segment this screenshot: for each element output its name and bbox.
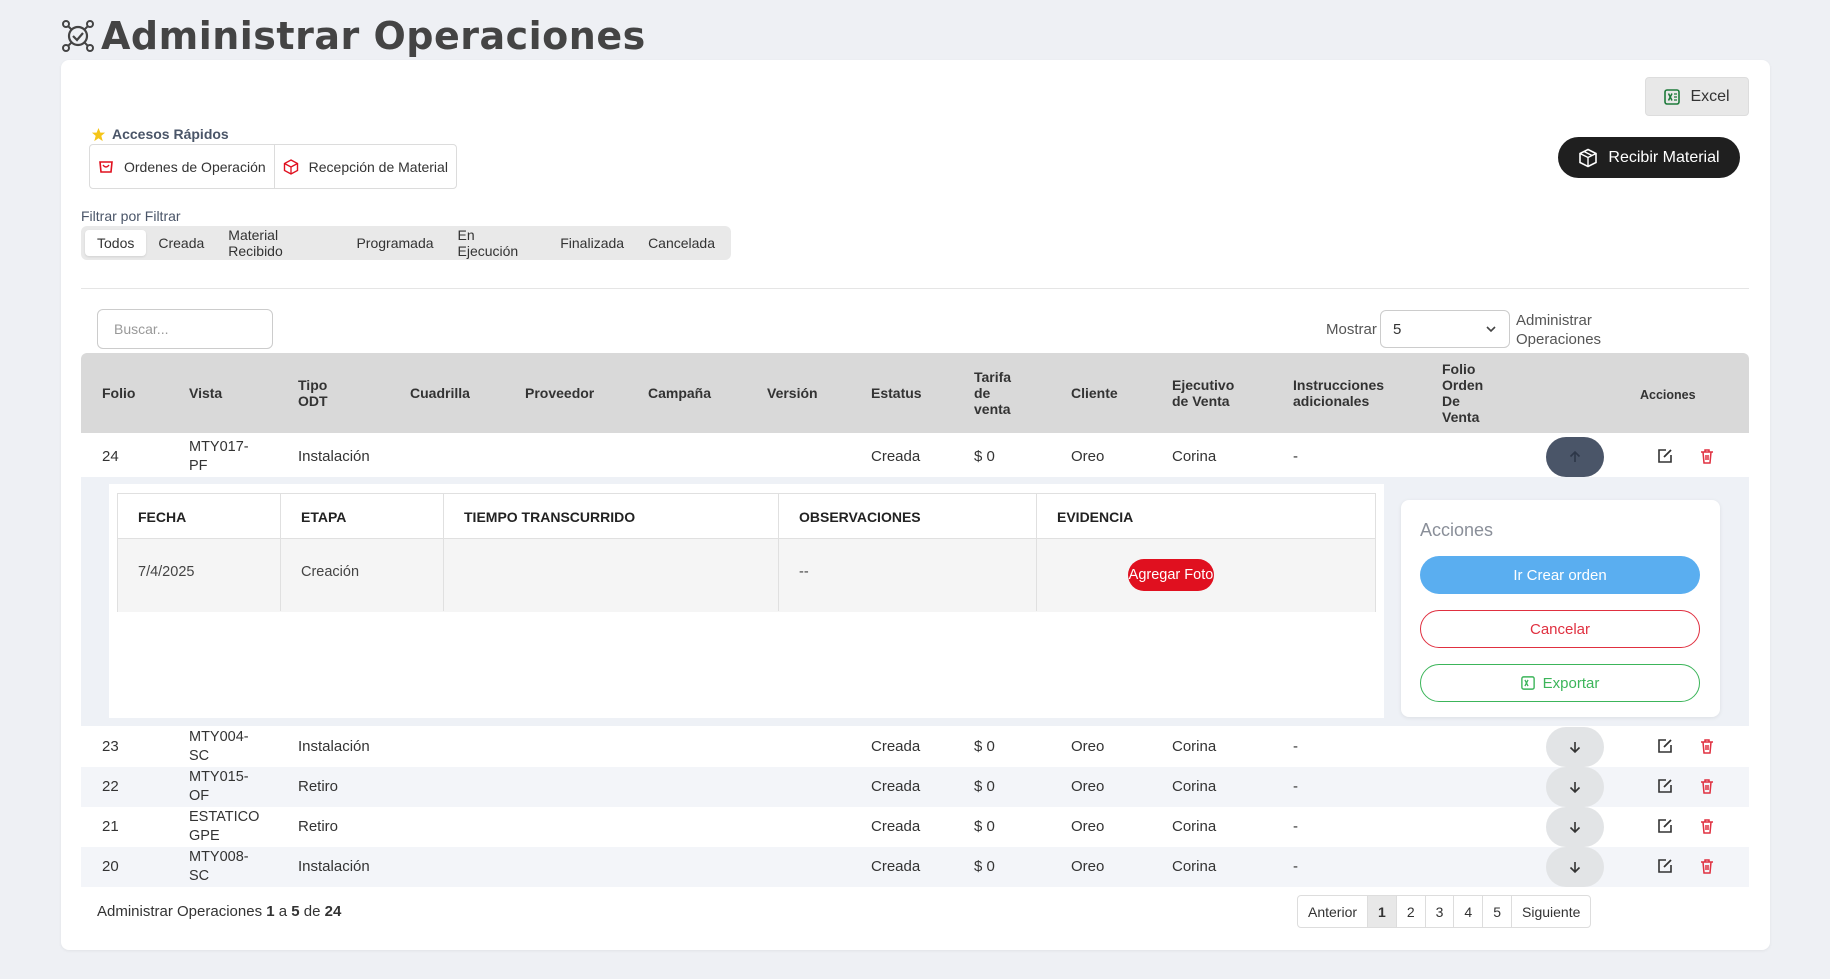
package-icon — [1579, 148, 1598, 167]
table-row[interactable]: 23 MTY004- SC Instalación Creada $ 0 Oreo… — [81, 727, 1749, 767]
pagination-page[interactable]: 1 — [1367, 896, 1396, 927]
exportar-button[interactable]: Exportar — [1420, 664, 1700, 702]
crear-orden-button[interactable]: Ir Crear orden — [1420, 556, 1700, 594]
col-campana[interactable]: Campaña — [648, 385, 711, 401]
excel-button-label: Excel — [1690, 87, 1730, 105]
page-header: Administrar Operaciones — [61, 14, 646, 58]
timeline-header: FECHA ETAPA TIEMPO TRANSCURRIDO OBSERVAC… — [118, 494, 1375, 539]
expand-row-button[interactable] — [1546, 847, 1604, 887]
trash-icon[interactable] — [1698, 447, 1716, 465]
trash-icon[interactable] — [1698, 817, 1716, 835]
pagination-info: Administrar Operaciones 1 a 5 de 24 — [97, 903, 342, 920]
table-row[interactable]: 22 MTY015- OF Retiro Creada $ 0 Oreo Cori… — [81, 767, 1749, 807]
arrow-down-icon — [1569, 742, 1581, 754]
filter-tab-creada[interactable]: Creada — [146, 230, 216, 256]
edit-icon[interactable] — [1656, 857, 1674, 875]
page-size-select[interactable]: 5 — [1380, 310, 1510, 348]
trash-icon[interactable] — [1698, 857, 1716, 875]
col-acciones: Acciones — [1640, 388, 1696, 402]
operations-icon — [62, 20, 94, 52]
filter-tab-en-ejecucion[interactable]: En Ejecución — [446, 222, 549, 264]
pagination-page[interactable]: 5 — [1482, 896, 1511, 927]
chevron-down-icon — [1486, 326, 1496, 333]
col-version[interactable]: Versión — [767, 385, 818, 401]
agregar-foto-button[interactable]: Agregar Foto — [1128, 559, 1214, 591]
arrow-down-icon — [1569, 822, 1581, 834]
pagination-next[interactable]: Siguiente — [1511, 896, 1590, 927]
col-instrucciones[interactable]: Instrucciones adicionales — [1293, 377, 1384, 409]
filter-tab-todos[interactable]: Todos — [85, 230, 147, 256]
col-cuadrilla[interactable]: Cuadrilla — [410, 385, 470, 401]
pagination-page[interactable]: 4 — [1453, 896, 1482, 927]
col-ejecutivo-venta[interactable]: Ejecutivo de Venta — [1172, 377, 1234, 409]
excel-icon — [1520, 676, 1535, 690]
table-row[interactable]: 21 ESTATICO GPE Retiro Creada $ 0 Oreo Co… — [81, 807, 1749, 847]
table-row[interactable]: 24 MTY017- PF Instalación Creada $ 0 Oreo… — [81, 437, 1749, 477]
excel-icon — [1664, 88, 1681, 105]
table-header: Folio Vista Tipo ODT Cuadrilla Proveedor … — [81, 353, 1749, 433]
pagination-page[interactable]: 2 — [1395, 896, 1425, 927]
quick-access-group: Ordenes de Operación Recepción de Materi… — [89, 144, 457, 189]
col-cliente[interactable]: Cliente — [1071, 385, 1118, 401]
cart-icon — [99, 160, 113, 173]
quick-access-title: Accesos Rápidos — [91, 126, 229, 142]
page-size-suffix: Administrar Operaciones — [1516, 312, 1602, 348]
col-tipo-odt[interactable]: Tipo ODT — [298, 377, 328, 409]
arrow-down-icon — [1569, 862, 1581, 874]
filter-tab-cancelada[interactable]: Cancelada — [636, 230, 727, 256]
cancelar-button[interactable]: Cancelar — [1420, 610, 1700, 648]
acciones-title: Acciones — [1420, 520, 1494, 540]
expand-row-button[interactable] — [1546, 807, 1604, 847]
filter-label: Filtrar por Filtrar — [81, 208, 181, 224]
edit-icon[interactable] — [1656, 447, 1674, 465]
excel-button[interactable]: Excel — [1645, 77, 1749, 116]
table-row[interactable]: 20 MTY008- SC Instalación Creada $ 0 Oreo… — [81, 847, 1749, 887]
recibir-material-button[interactable]: Recibir Material — [1558, 137, 1740, 178]
arrow-up-icon — [1569, 450, 1581, 462]
quick-ordenes-operacion[interactable]: Ordenes de Operación — [90, 145, 274, 188]
filter-tab-material-recibido[interactable]: Material Recibido — [216, 222, 344, 264]
quick-recepcion-material[interactable]: Recepción de Material — [273, 145, 456, 188]
col-estatus[interactable]: Estatus — [871, 385, 922, 401]
col-folio[interactable]: Folio — [102, 385, 135, 401]
divider — [81, 288, 1749, 289]
arrow-down-icon — [1569, 782, 1581, 794]
pagination-page[interactable]: 3 — [1424, 896, 1454, 927]
edit-icon[interactable] — [1656, 777, 1674, 795]
expand-row-button[interactable] — [1546, 767, 1604, 807]
filter-tab-finalizada[interactable]: Finalizada — [548, 230, 636, 256]
recibir-material-label: Recibir Material — [1608, 148, 1720, 166]
edit-icon[interactable] — [1656, 817, 1674, 835]
page-size-value: 5 — [1393, 320, 1402, 338]
star-icon — [91, 127, 106, 141]
filter-tab-programada[interactable]: Programada — [344, 230, 445, 256]
col-tarifa-venta[interactable]: Tarifa de venta — [974, 369, 1011, 417]
page-size-label: Mostrar — [1326, 321, 1377, 338]
col-proveedor[interactable]: Proveedor — [525, 385, 594, 401]
page-title: Administrar Operaciones — [101, 14, 646, 58]
collapse-row-button[interactable] — [1546, 437, 1604, 477]
timeline-table: FECHA ETAPA TIEMPO TRANSCURRIDO OBSERVAC… — [117, 493, 1376, 612]
col-vista[interactable]: Vista — [189, 385, 222, 401]
col-folio-orden-venta[interactable]: Folio Orden De Venta — [1442, 361, 1483, 425]
trash-icon[interactable] — [1698, 777, 1716, 795]
filter-tabs: Todos Creada Material Recibido Programad… — [81, 226, 731, 260]
trash-icon[interactable] — [1698, 737, 1716, 755]
expand-row-button[interactable] — [1546, 727, 1604, 767]
search-input[interactable] — [97, 309, 273, 349]
edit-icon[interactable] — [1656, 737, 1674, 755]
pagination: Anterior 1 2 3 4 5 Siguiente — [1297, 895, 1592, 928]
box-icon — [283, 158, 298, 175]
pagination-prev[interactable]: Anterior — [1298, 896, 1367, 927]
